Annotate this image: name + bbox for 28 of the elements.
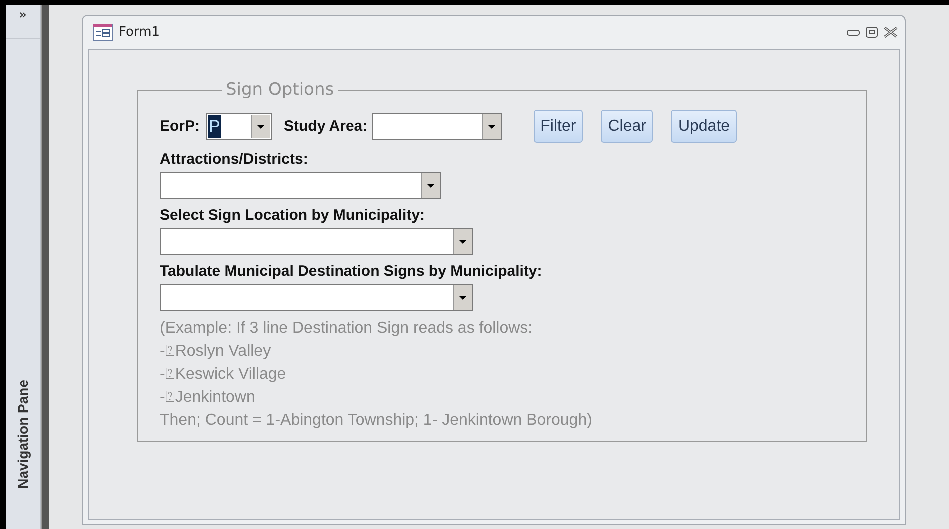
combo-box[interactable] (160, 284, 473, 311)
field-label: Attractions/Districts: (160, 151, 310, 168)
window-title: Form1 (119, 25, 160, 40)
field-label: Tabulate Municipal Destination Signs by Municipality: (160, 263, 544, 280)
action-button[interactable]: Update (671, 110, 738, 143)
combo-box[interactable] (160, 228, 473, 255)
note-text: -⍰Keswick Village (160, 365, 286, 385)
field-label: Select Sign Location by Municipality: (160, 207, 426, 224)
field-label: Study Area: (284, 118, 368, 135)
action-button[interactable]: Clear (601, 110, 654, 143)
navigation-pane-title[interactable]: Navigation Pane (15, 380, 31, 489)
pane-splitter[interactable] (41, 5, 49, 529)
expand-button[interactable]: » (6, 5, 40, 39)
minimize-icon[interactable] (847, 28, 860, 37)
note-text: -⍰Jenkintown (160, 388, 256, 408)
form-icon (93, 24, 113, 41)
group-legend: Sign Options (222, 80, 338, 100)
restore-icon[interactable] (866, 27, 878, 38)
combo-box[interactable] (160, 172, 441, 199)
note-text: (Example: If 3 line Destination Sign reads as follows: (160, 319, 533, 339)
study-area-combo[interactable] (372, 113, 502, 140)
combo-value: P (208, 115, 222, 138)
note-text: -⍰Roslyn Valley (160, 342, 272, 362)
action-button[interactable]: Filter (534, 110, 584, 143)
close-icon[interactable] (884, 27, 898, 38)
note-text: Then; Count = 1-Abington Township; 1- Jenkintown Borough) (160, 411, 592, 431)
eorp-combo[interactable]: P (206, 113, 272, 140)
field-label: EorP: (160, 118, 200, 135)
